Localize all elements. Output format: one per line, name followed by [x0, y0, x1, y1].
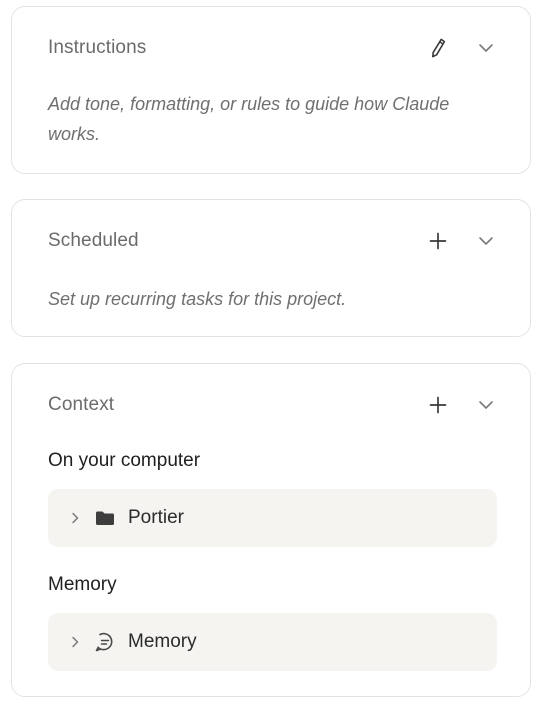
chevron-right-icon — [68, 511, 82, 525]
add-scheduled-button[interactable] — [424, 227, 452, 255]
scheduled-description: Set up recurring tasks for this project. — [48, 289, 347, 309]
context-header: Context — [48, 390, 500, 420]
collapse-context-button[interactable] — [472, 391, 500, 419]
instructions-panel: Instructions Add tone, formatting, or ru… — [11, 6, 531, 174]
scheduled-title: Scheduled — [48, 230, 139, 251]
memory-icon — [94, 631, 116, 653]
pencil-icon — [432, 38, 446, 58]
collapse-scheduled-button[interactable] — [472, 227, 500, 255]
context-item-label: Portier — [128, 507, 184, 528]
edit-instructions-button[interactable] — [424, 34, 452, 62]
plus-icon — [429, 232, 447, 250]
instructions-description: Add tone, formatting, or rules to guide … — [48, 94, 450, 144]
context-item-memory[interactable]: Memory — [48, 613, 497, 671]
plus-icon — [429, 396, 447, 414]
collapse-instructions-button[interactable] — [472, 34, 500, 62]
context-item-label: Memory — [128, 631, 197, 652]
instructions-header: Instructions — [48, 33, 500, 63]
chevron-right-icon — [68, 635, 82, 649]
context-item-portier[interactable]: Portier — [48, 489, 497, 547]
context-title: Context — [48, 394, 115, 415]
scheduled-panel: Scheduled Set up recurring tasks for thi… — [11, 199, 531, 337]
context-panel: Context On your computer Portier Memory — [11, 363, 531, 697]
scheduled-header: Scheduled — [48, 226, 500, 256]
instructions-title: Instructions — [48, 37, 147, 58]
folder-icon — [94, 507, 116, 529]
chevron-down-icon — [479, 237, 493, 245]
add-context-button[interactable] — [424, 391, 452, 419]
memory-heading: Memory — [48, 574, 117, 595]
chevron-down-icon — [479, 401, 493, 409]
chevron-down-icon — [479, 44, 493, 52]
on-your-computer-heading: On your computer — [48, 450, 201, 471]
